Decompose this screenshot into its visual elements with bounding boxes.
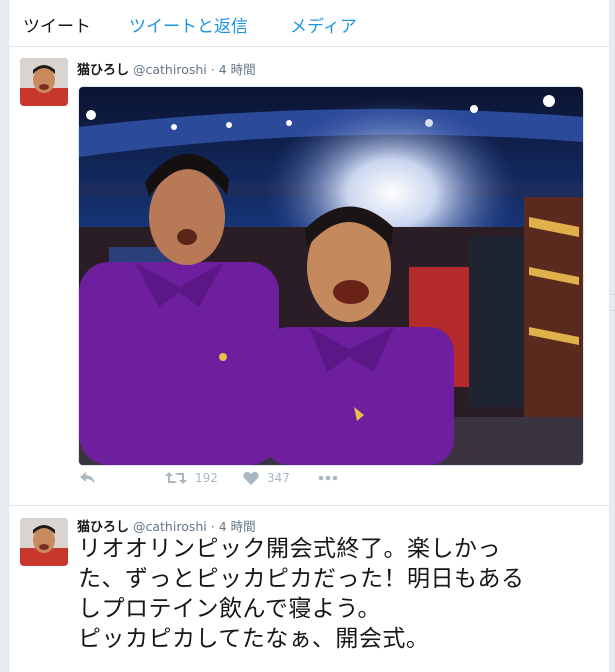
like-button[interactable]: 347: [243, 471, 290, 485]
reply-button[interactable]: [79, 471, 97, 485]
tweet-photo[interactable]: [78, 86, 584, 466]
tweet-time[interactable]: 4 時間: [219, 519, 256, 534]
tweet-time[interactable]: 4 時間: [219, 62, 256, 77]
separator: ·: [210, 62, 215, 77]
tweet-text-line: た、ずっとピッカピカだった！明日もある: [78, 566, 525, 592]
tweet-text: リオオリンピック開会式終了。楽しかっ た、ずっとピッカピカだった！明日もある し…: [78, 534, 593, 654]
heart-icon: [243, 471, 259, 485]
tweet-header: 猫ひろし @cathiroshi · 4 時間: [77, 59, 256, 78]
scroll-marker: [611, 310, 615, 311]
tab-tweets[interactable]: ツイート: [23, 12, 91, 37]
tab-tweets-and-replies[interactable]: ツイートと返信: [129, 12, 248, 37]
more-button[interactable]: [318, 471, 338, 485]
tweet-text-line: ピッカピカしてたなぁ、開会式。: [78, 626, 430, 652]
tab-media[interactable]: メディア: [290, 12, 357, 37]
reply-icon: [80, 472, 95, 484]
tweet[interactable]: 猫ひろし @cathiroshi · 4 時間 リオオリンピック開会式終了。楽し…: [9, 506, 609, 672]
profile-tabs: ツイート ツイートと返信 メディア: [9, 0, 609, 47]
more-icon: [318, 475, 338, 481]
tweet-actions: 192 347: [77, 471, 477, 495]
retweet-count: 192: [195, 471, 218, 485]
retweet-button[interactable]: 192: [165, 471, 218, 485]
tweet-header: 猫ひろし @cathiroshi · 4 時間: [77, 516, 256, 535]
tweet-text-line: しプロテイン飲んで寝よう。: [78, 596, 381, 622]
author-name[interactable]: 猫ひろし: [77, 520, 129, 535]
retweet-icon: [165, 472, 187, 484]
avatar[interactable]: [20, 518, 68, 566]
scroll-marker: [611, 294, 615, 295]
tweet-text-line: リオオリンピック開会式終了。楽しかっ: [78, 536, 501, 562]
author-handle[interactable]: @cathiroshi: [133, 62, 207, 77]
author-handle[interactable]: @cathiroshi: [133, 519, 207, 534]
like-count: 347: [267, 471, 290, 485]
separator: ·: [210, 519, 215, 534]
avatar[interactable]: [20, 58, 68, 106]
author-name[interactable]: 猫ひろし: [77, 63, 129, 78]
profile-timeline: ツイート ツイートと返信 メディア 猫ひろし @cathiroshi · 4 時…: [8, 0, 610, 672]
tweet[interactable]: 猫ひろし @cathiroshi · 4 時間 192 347: [9, 47, 609, 506]
